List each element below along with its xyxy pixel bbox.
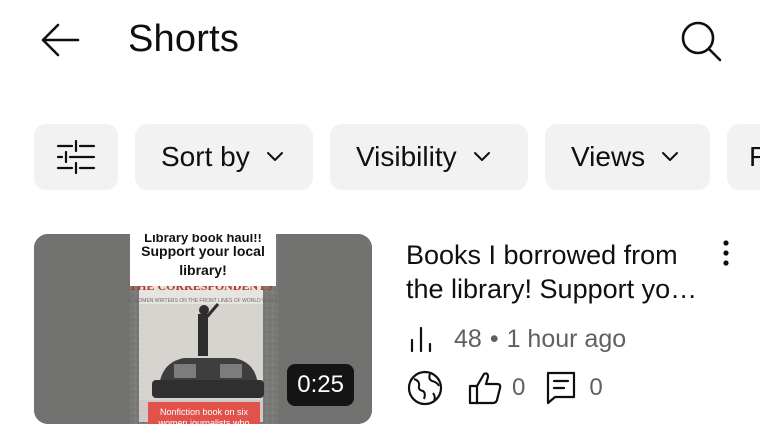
views-label: Views (571, 141, 646, 172)
search-icon (681, 21, 722, 62)
globe-public-icon[interactable] (406, 369, 444, 407)
video-stats: 0 0 (406, 368, 603, 408)
back-arrow-icon (41, 23, 80, 57)
visibility-chip[interactable]: Visibility (330, 124, 528, 190)
video-thumbnail[interactable]: THE CORRESPONDENTS SIX WOMEN WRITERS ON … (34, 234, 372, 424)
chevron-down-icon (662, 152, 679, 161)
comment-icon[interactable] (543, 369, 581, 407)
filter-sliders-icon (56, 140, 96, 174)
sort-by-chip[interactable]: Sort by (135, 124, 313, 190)
visibility-label: Visibility (356, 141, 457, 172)
more-options-button[interactable] (714, 238, 738, 270)
svg-text:women journalists who: women journalists who (157, 418, 249, 424)
chevron-down-icon (266, 152, 283, 161)
like-count: 0 (512, 374, 526, 401)
svg-text:Support your local: Support your local (141, 243, 265, 259)
filter-button[interactable] (34, 124, 118, 190)
svg-text:SIX WOMEN WRITERS ON THE FRONT: SIX WOMEN WRITERS ON THE FRONT LINES OF … (124, 298, 278, 304)
video-meta: 48 • 1 hour ago (408, 322, 626, 356)
filter-chip-bar: Sort by Visibility Views F (34, 124, 760, 190)
views-chip[interactable]: Views (545, 124, 710, 190)
comment-count: 0 (589, 374, 603, 401)
partial-chip-label: F (749, 141, 760, 172)
svg-text:Nonfiction book on six: Nonfiction book on six (160, 407, 249, 417)
video-title[interactable]: Books I borrowed from the library! Suppo… (406, 238, 706, 306)
thumbs-up-icon[interactable] (466, 369, 504, 407)
more-vertical-icon (723, 240, 729, 266)
view-count: 48 (454, 324, 482, 353)
back-button[interactable] (38, 20, 82, 60)
sort-by-label: Sort by (161, 141, 250, 172)
analytics-bars-icon (410, 326, 432, 352)
upload-time: 1 hour ago (506, 324, 627, 353)
svg-text:library!: library! (179, 262, 226, 278)
video-duration-badge: 0:25 (287, 364, 354, 406)
meta-separator: • (489, 324, 499, 353)
chevron-down-icon (473, 152, 490, 161)
partial-chip[interactable]: F (727, 124, 760, 190)
page-title: Shorts (128, 18, 240, 60)
search-button[interactable] (676, 16, 726, 66)
